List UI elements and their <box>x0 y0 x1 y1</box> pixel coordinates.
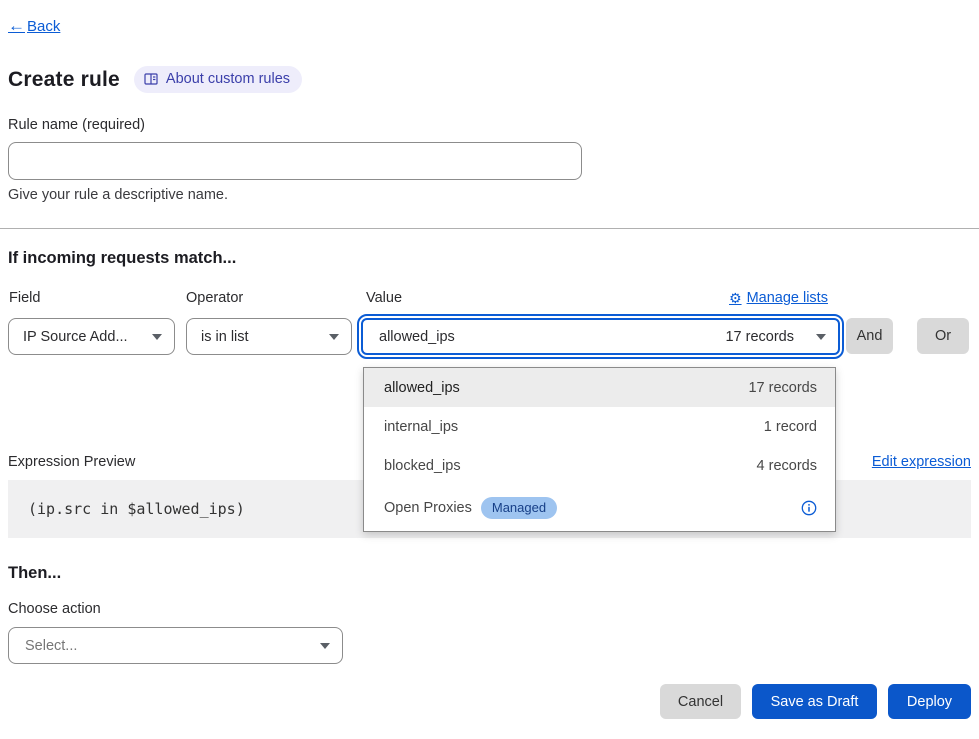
list-option-open-proxies[interactable]: Open Proxies Managed <box>364 486 835 531</box>
deploy-button[interactable]: Deploy <box>888 684 971 719</box>
back-link[interactable]: ← Back <box>8 16 60 36</box>
cancel-button[interactable]: Cancel <box>660 684 741 719</box>
expression-preview-label: Expression Preview <box>8 454 135 470</box>
operator-select[interactable]: is in list <box>186 318 352 355</box>
about-badge-label: About custom rules <box>166 71 290 87</box>
managed-badge: Managed <box>481 497 557 519</box>
list-option-name: Open Proxies <box>384 500 472 516</box>
chevron-down-icon <box>320 643 330 649</box>
choose-action-label: Choose action <box>8 601 101 617</box>
then-section-heading: Then... <box>8 564 61 583</box>
rule-name-label: Rule name (required) <box>8 117 145 133</box>
list-option-blocked-ips[interactable]: blocked_ips 4 records <box>364 447 835 486</box>
list-option-name: internal_ips <box>384 419 458 435</box>
operator-select-value: is in list <box>201 329 249 345</box>
rule-name-input[interactable] <box>8 142 582 180</box>
title-row: Create rule About custom rules <box>8 66 302 93</box>
value-select[interactable]: allowed_ips 17 records <box>361 318 840 355</box>
and-button[interactable]: And <box>846 318 893 354</box>
expression-code: (ip.src in $allowed_ips) <box>28 500 245 518</box>
create-rule-page: ← Back Create rule About custom rules Ru… <box>0 0 979 739</box>
rule-name-helper-text: Give your rule a descriptive name. <box>8 187 228 203</box>
list-option-name: blocked_ips <box>384 458 461 474</box>
manage-lists-label: Manage lists <box>747 290 828 306</box>
save-as-draft-button[interactable]: Save as Draft <box>752 684 877 719</box>
chevron-down-icon <box>152 334 162 340</box>
match-section-heading: If incoming requests match... <box>8 249 236 268</box>
list-option-internal-ips[interactable]: internal_ips 1 record <box>364 407 835 446</box>
field-select[interactable]: IP Source Add... <box>8 318 175 355</box>
edit-expression-link[interactable]: Edit expression <box>872 454 971 470</box>
value-select-count: 17 records <box>725 329 794 345</box>
action-select-placeholder: Select... <box>25 638 77 654</box>
book-icon <box>144 73 159 86</box>
chevron-down-icon <box>816 334 826 340</box>
action-select[interactable]: Select... <box>8 627 343 664</box>
chevron-down-icon <box>329 334 339 340</box>
back-arrow-icon: ← <box>8 16 25 36</box>
value-select-focus-ring: allowed_ips 17 records <box>357 314 844 359</box>
section-divider <box>0 228 979 229</box>
list-option-count: 17 records <box>748 380 817 396</box>
or-button[interactable]: Or <box>917 318 969 354</box>
field-select-value: IP Source Add... <box>23 329 128 345</box>
list-option-allowed-ips[interactable]: allowed_ips 17 records <box>364 368 835 407</box>
manage-lists-link[interactable]: ⚙ Manage lists <box>729 290 828 306</box>
gear-icon: ⚙ <box>729 291 742 305</box>
back-link-label: Back <box>27 18 60 35</box>
value-label: Value <box>366 290 402 306</box>
page-title: Create rule <box>8 68 120 92</box>
operator-label: Operator <box>186 290 243 306</box>
list-option-count: 4 records <box>757 458 817 474</box>
info-icon[interactable] <box>801 500 817 516</box>
field-label: Field <box>9 290 40 306</box>
value-select-name: allowed_ips <box>379 329 725 345</box>
list-option-count: 1 record <box>764 419 817 435</box>
about-custom-rules-badge[interactable]: About custom rules <box>134 66 302 93</box>
list-dropdown-menu: allowed_ips 17 records internal_ips 1 re… <box>363 367 836 532</box>
list-option-name: allowed_ips <box>384 380 460 396</box>
